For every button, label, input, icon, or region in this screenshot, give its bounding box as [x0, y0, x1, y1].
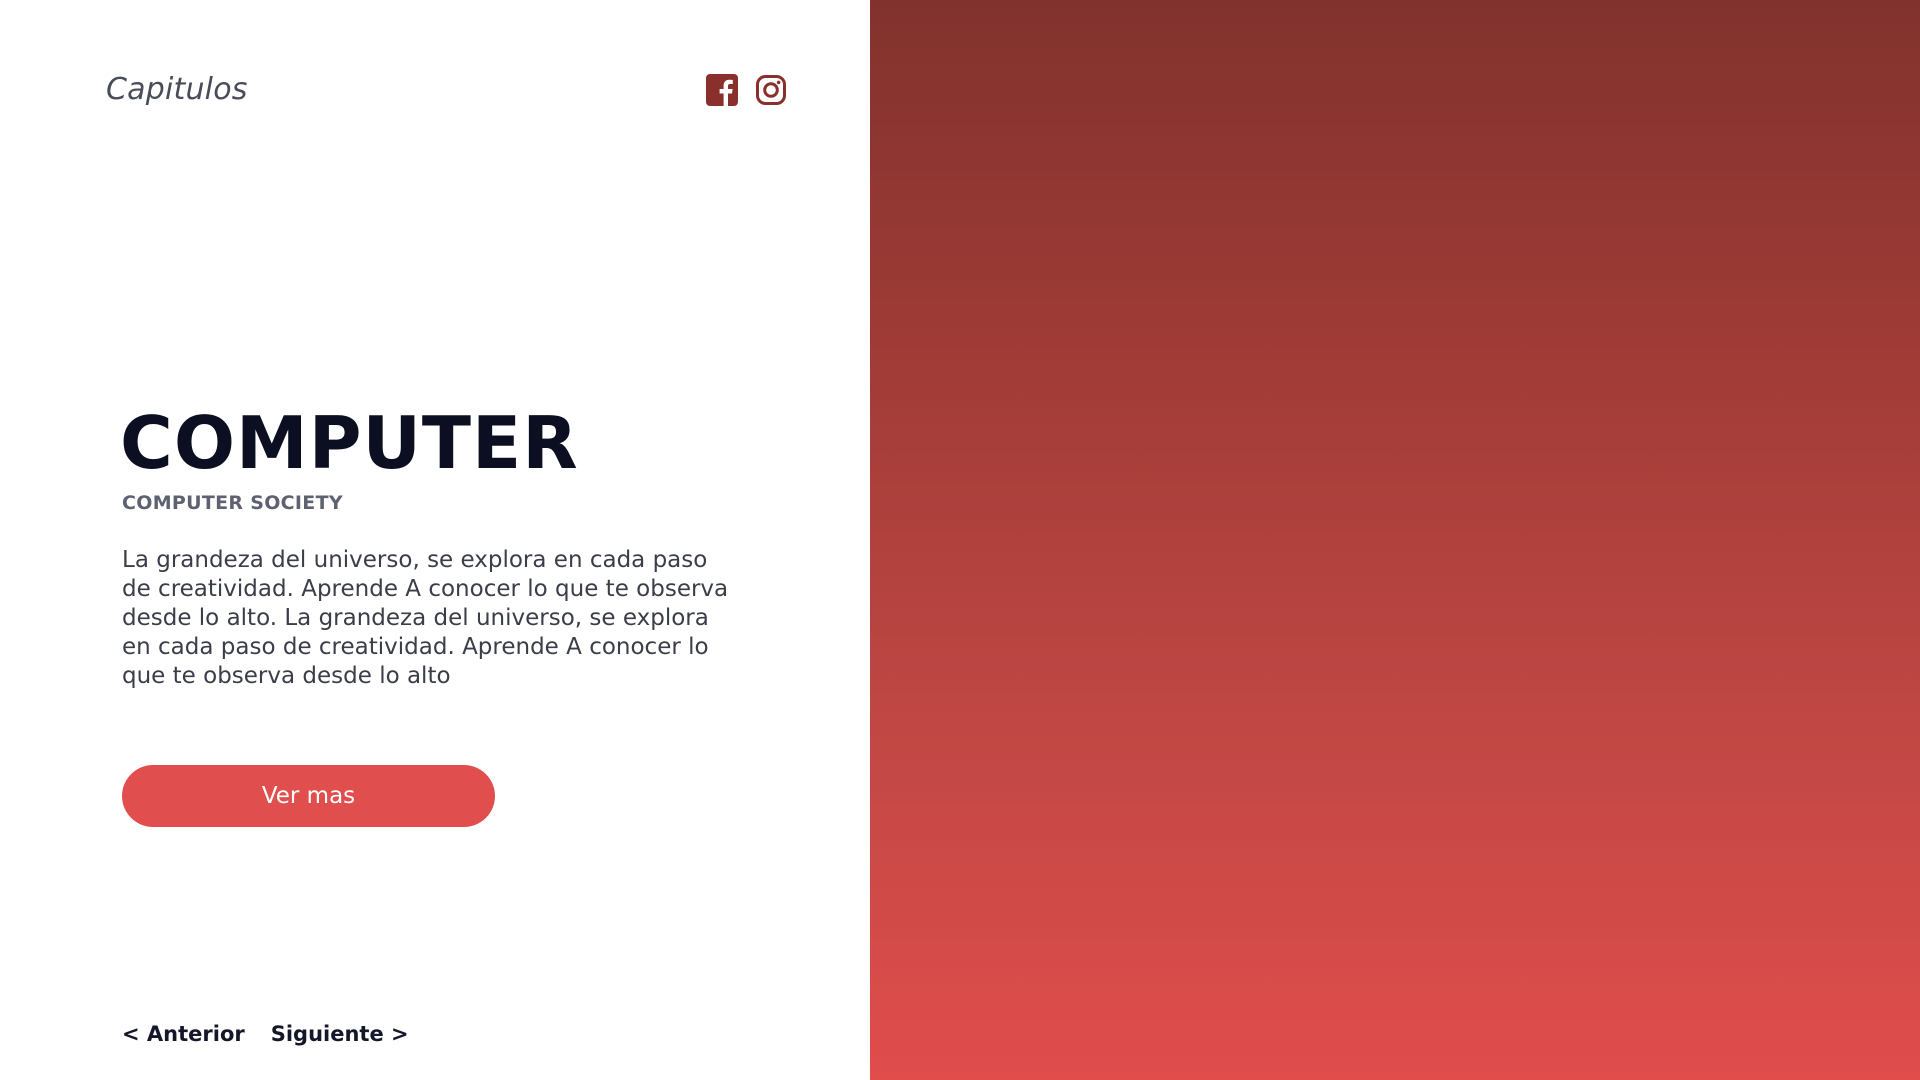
gradient-panel: [870, 0, 1920, 1080]
social-links: [706, 74, 787, 106]
hero-description: La grandeza del universo, se explora en …: [122, 547, 729, 689]
hero-subtitle: COMPUTER SOCIETY: [122, 492, 343, 514]
ver-mas-button[interactable]: Ver mas: [122, 765, 495, 827]
chapter-pagination: < Anterior Siguiente >: [122, 1022, 409, 1046]
hero-title: COMPUTER: [120, 401, 579, 485]
page: Capitulos COMPUTER COMPUTER SOCIETY La g…: [0, 0, 1920, 1080]
next-link[interactable]: Siguiente >: [271, 1022, 409, 1046]
previous-link[interactable]: < Anterior: [122, 1022, 245, 1046]
brand-title[interactable]: Capitulos: [106, 72, 248, 107]
instagram-icon[interactable]: [755, 74, 787, 106]
facebook-icon[interactable]: [706, 74, 738, 106]
content-panel: Capitulos COMPUTER COMPUTER SOCIETY La g…: [0, 0, 870, 1080]
